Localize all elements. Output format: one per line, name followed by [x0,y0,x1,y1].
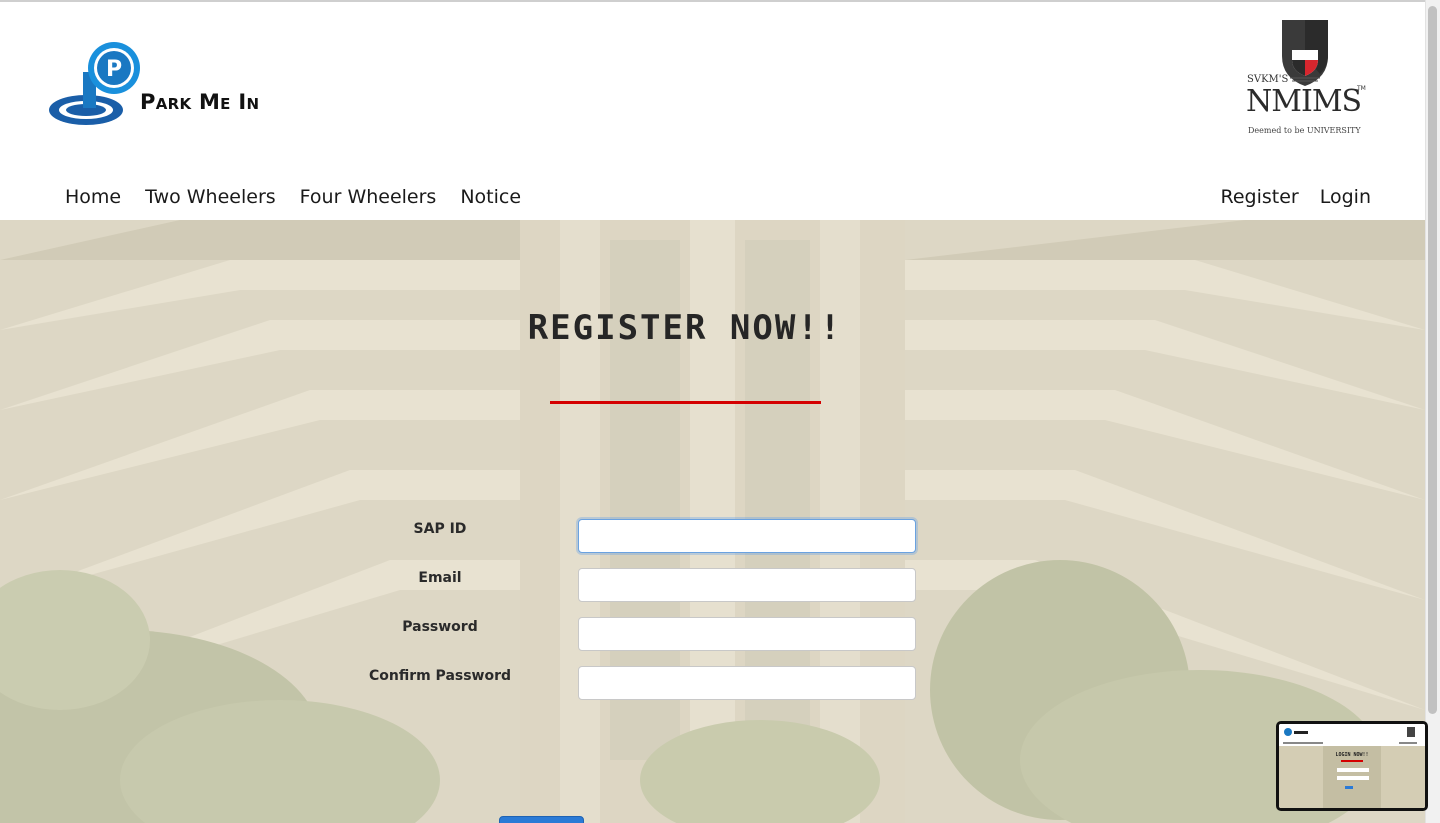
nav-four-wheelers[interactable]: Four Wheelers [300,186,437,208]
title-underline [550,401,821,404]
nav-home[interactable]: Home [65,186,121,208]
nav-two-wheelers[interactable]: Two Wheelers [145,186,276,208]
nav-register[interactable]: Register [1221,186,1299,208]
nav-login[interactable]: Login [1320,186,1371,208]
sap-id-input[interactable] [578,519,916,553]
site-header: P Park Me In SVKM'S NMIMS TM Deemed to b… [0,2,1425,220]
primary-nav: Home Two Wheelers Four Wheelers Notice [65,186,521,208]
screenshot-thumbnail[interactable]: LOGIN NOW!! [1276,721,1428,811]
email-input[interactable] [578,568,916,602]
confirm-password-label: Confirm Password [368,668,512,684]
brand-name: Park Me In [140,90,260,114]
thumbnail-preview: LOGIN NOW!! [1279,724,1425,808]
register-title: REGISTER NOW!! [527,308,843,348]
thumbnail-page-preview: LOGIN NOW!! [1279,724,1425,808]
parking-pin-icon: P [49,42,140,125]
scrollbar-thumb[interactable] [1428,6,1437,714]
sap-id-label: SAP ID [413,521,467,537]
page: P Park Me In SVKM'S NMIMS TM Deemed to b… [0,0,1425,823]
nav-notice[interactable]: Notice [460,186,521,208]
email-label: Email [418,570,462,586]
submit-button[interactable] [499,816,584,823]
logo-letter: P [106,57,122,82]
confirm-password-input[interactable] [578,666,916,700]
university-subtitle: Deemed to be UNIVERSITY [1248,126,1361,135]
university-name: NMIMS [1246,84,1362,119]
password-label: Password [402,619,478,635]
thumbnail-title: LOGIN NOW!! [1335,752,1368,758]
trademark-mark: TM [1357,85,1366,92]
register-section: REGISTER NOW!! SAP ID Email Password Con… [0,220,1425,823]
password-input[interactable] [578,617,916,651]
park-me-in-logo[interactable]: P [48,42,288,130]
account-nav: Register Login [1221,186,1372,208]
